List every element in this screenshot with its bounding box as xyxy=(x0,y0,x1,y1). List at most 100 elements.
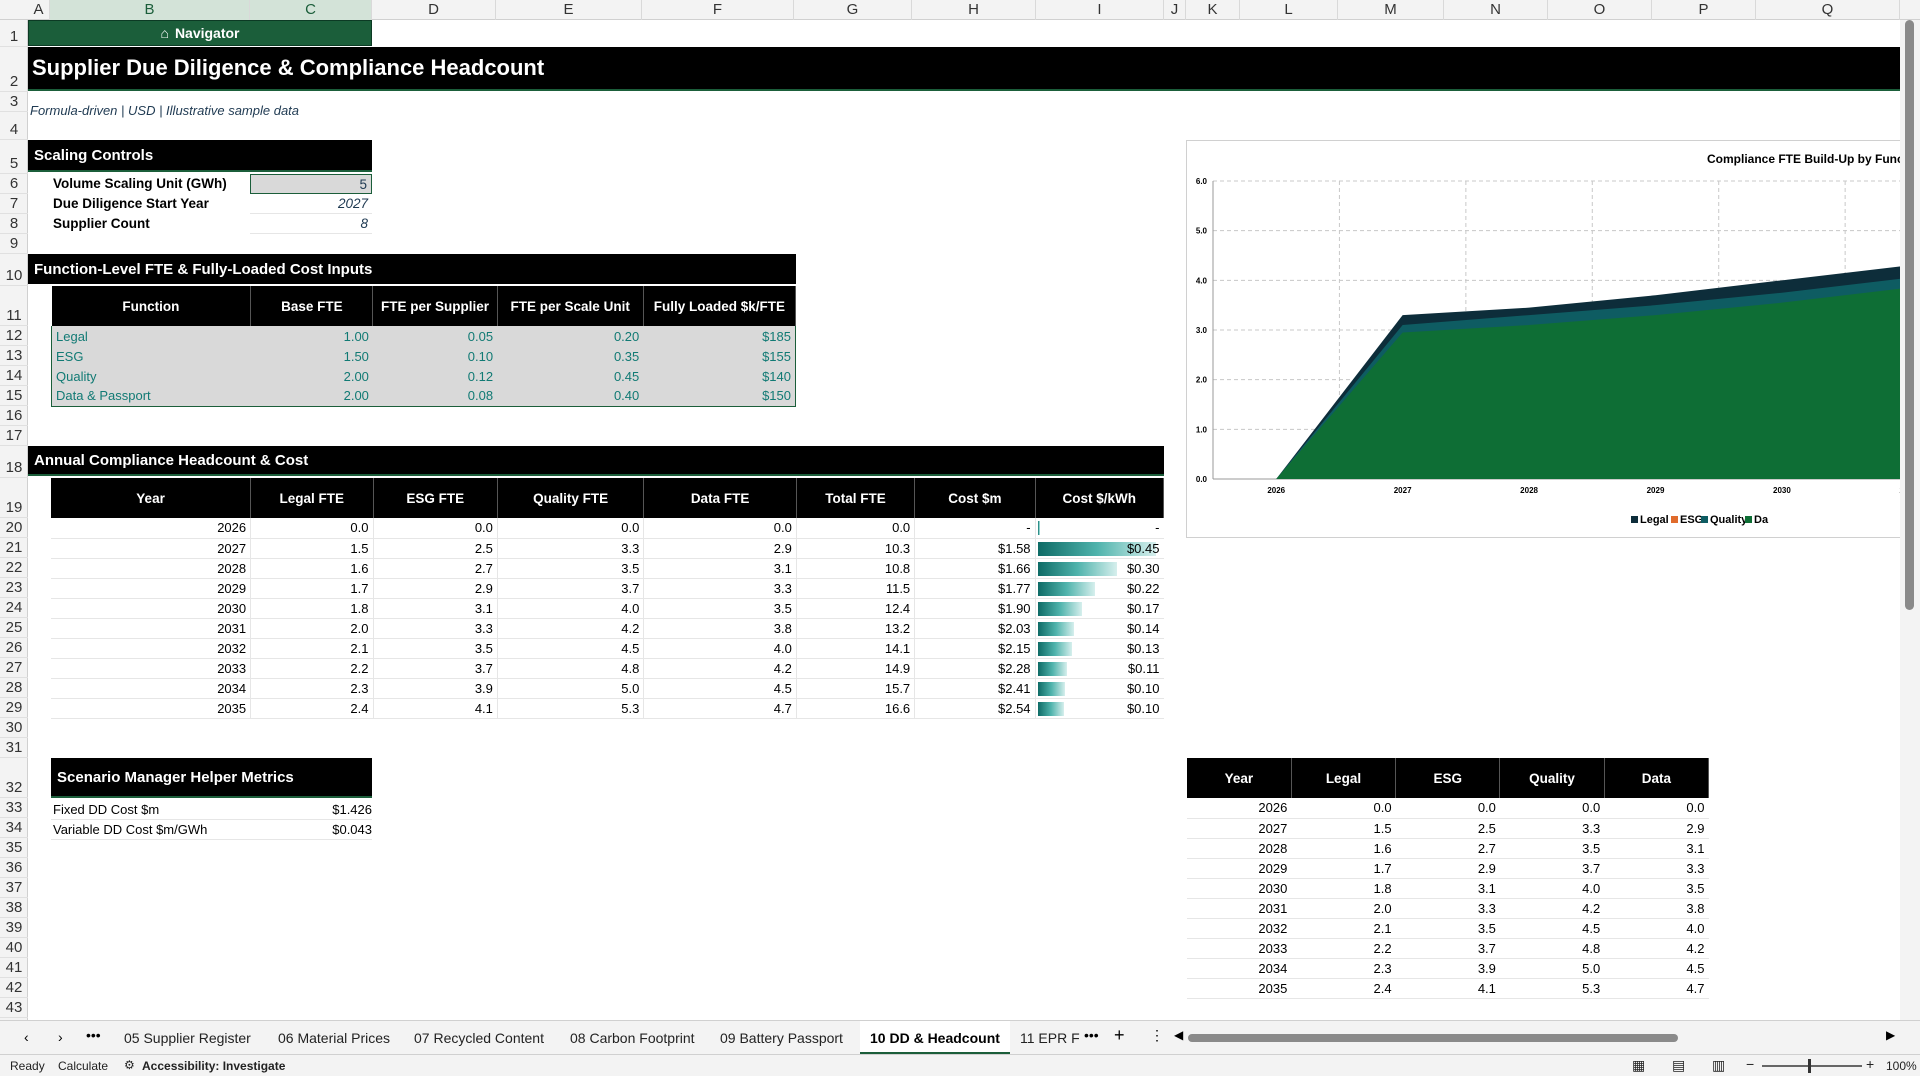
annual-esg-cell[interactable]: 2.9 xyxy=(373,578,498,599)
cost-per-kwh-cell[interactable]: $0.13 xyxy=(1035,638,1164,659)
row-header-24[interactable]: 24 xyxy=(0,598,28,618)
annual-legal-cell[interactable]: 2.2 xyxy=(250,658,374,679)
chart-table-cell[interactable]: 4.5 xyxy=(1604,958,1709,979)
annual-esg-cell[interactable]: 0.0 xyxy=(373,518,498,539)
row-header-4[interactable]: 4 xyxy=(0,112,28,140)
row-header-9[interactable]: 9 xyxy=(0,234,28,254)
column-header-b[interactable]: B xyxy=(50,0,250,20)
chart-table-cell[interactable]: 4.0 xyxy=(1499,878,1605,899)
annual-quality-cell[interactable]: 3.3 xyxy=(497,538,645,559)
annual-quality-cell[interactable]: 4.0 xyxy=(497,598,645,619)
fte-input-cell[interactable]: 1.00 xyxy=(250,326,373,346)
annual-legal-cell[interactable]: 2.3 xyxy=(250,678,374,699)
chart-table-cell[interactable]: 2.9 xyxy=(1395,858,1500,879)
column-header-i[interactable]: I xyxy=(1036,0,1164,20)
chart-table-cell[interactable]: 3.5 xyxy=(1604,878,1709,899)
fte-input-cell[interactable]: 0.08 xyxy=(372,386,498,407)
annual-total-cell[interactable]: 11.5 xyxy=(796,578,916,599)
chart-table-cell[interactable]: 2.9 xyxy=(1604,818,1709,839)
annual-cost_m-cell[interactable]: $1.58 xyxy=(914,538,1036,559)
column-header-l[interactable]: L xyxy=(1240,0,1338,20)
annual-column-header[interactable]: Total FTE xyxy=(796,478,916,518)
annual-total-cell[interactable]: 14.1 xyxy=(796,638,916,659)
fte-input-cell[interactable]: $155 xyxy=(643,346,797,366)
row-header-31[interactable]: 31 xyxy=(0,738,28,758)
column-header-e[interactable]: E xyxy=(496,0,642,20)
row-header-18[interactable]: 18 xyxy=(0,446,28,478)
fte-column-header[interactable]: FTE per Supplier xyxy=(372,286,498,326)
fte-input-cell[interactable]: Quality xyxy=(50,366,251,386)
annual-year-cell[interactable]: 2031 xyxy=(51,618,252,639)
fte-input-cell[interactable]: Data & Passport xyxy=(50,386,251,407)
annual-data-cell[interactable]: 3.5 xyxy=(643,598,797,619)
chart-table-cell[interactable]: 4.8 xyxy=(1499,938,1605,959)
column-header-d[interactable]: D xyxy=(372,0,496,20)
annual-year-cell[interactable]: 2026 xyxy=(51,518,252,539)
chart-table-cell[interactable]: 5.3 xyxy=(1499,978,1605,999)
column-header-a[interactable]: A xyxy=(28,0,50,20)
chart-table-cell[interactable]: 2.4 xyxy=(1291,978,1396,999)
scroll-right-icon[interactable]: ▶ xyxy=(1886,1028,1895,1042)
row-header-12[interactable]: 12 xyxy=(0,326,28,346)
sheet-tab[interactable]: 06 Material Prices xyxy=(268,1021,400,1055)
chart-table-cell[interactable]: 1.8 xyxy=(1291,878,1396,899)
fte-input-cell[interactable]: 0.05 xyxy=(372,326,498,346)
annual-column-header[interactable]: Data FTE xyxy=(643,478,797,518)
page-layout-icon[interactable]: ▤ xyxy=(1672,1057,1685,1074)
fte-input-cell[interactable]: 2.00 xyxy=(250,366,373,386)
chart-table-cell[interactable]: 3.5 xyxy=(1395,918,1500,939)
chart-table-cell[interactable]: 4.2 xyxy=(1604,938,1709,959)
annual-data-cell[interactable]: 4.0 xyxy=(643,638,797,659)
annual-cost_m-cell[interactable]: $2.15 xyxy=(914,638,1036,659)
chart-table-cell[interactable]: 2029 xyxy=(1187,858,1292,879)
fte-input-cell[interactable]: $185 xyxy=(643,326,797,346)
annual-column-header[interactable]: ESG FTE xyxy=(373,478,498,518)
chart-table-header[interactable]: Legal xyxy=(1291,758,1397,798)
chart-table-cell[interactable]: 4.2 xyxy=(1499,898,1605,919)
row-header-35[interactable]: 35 xyxy=(0,838,28,858)
chart-table-cell[interactable]: 2026 xyxy=(1187,798,1292,819)
chart-table-cell[interactable]: 2032 xyxy=(1187,918,1292,939)
row-header-3[interactable]: 3 xyxy=(0,92,28,112)
more-sheets-icon[interactable]: ••• xyxy=(86,1027,101,1043)
cost-per-kwh-cell[interactable]: $0.22 xyxy=(1035,578,1164,599)
sheet-tab[interactable]: 09 Battery Passport xyxy=(710,1021,853,1055)
column-header-p[interactable]: P xyxy=(1652,0,1756,20)
chart-table-cell[interactable]: 2033 xyxy=(1187,938,1292,959)
annual-legal-cell[interactable]: 1.5 xyxy=(250,538,374,559)
zoom-out-icon[interactable]: − xyxy=(1746,1056,1754,1072)
fte-input-cell[interactable]: 0.45 xyxy=(497,366,644,386)
chart-table-cell[interactable]: 3.3 xyxy=(1499,818,1605,839)
annual-total-cell[interactable]: 13.2 xyxy=(796,618,916,639)
row-header-1[interactable]: 1 xyxy=(0,20,28,47)
annual-legal-cell[interactable]: 1.7 xyxy=(250,578,374,599)
navigator-button[interactable]: ⌂ Navigator xyxy=(28,20,372,46)
row-header-30[interactable]: 30 xyxy=(0,718,28,738)
annual-data-cell[interactable]: 4.2 xyxy=(643,658,797,679)
annual-data-cell[interactable]: 3.1 xyxy=(643,558,797,579)
annual-column-header[interactable]: Quality FTE xyxy=(497,478,645,518)
annual-esg-cell[interactable]: 3.7 xyxy=(373,658,498,679)
annual-legal-cell[interactable]: 2.4 xyxy=(250,698,374,719)
chart-table-header[interactable]: Year xyxy=(1187,758,1292,798)
fte-column-header[interactable]: FTE per Scale Unit xyxy=(497,286,644,326)
chart-table-cell[interactable]: 0.0 xyxy=(1604,798,1709,819)
chart-table-cell[interactable]: 2.2 xyxy=(1291,938,1396,959)
cost-per-kwh-cell[interactable]: $0.17 xyxy=(1035,598,1164,619)
fte-input-cell[interactable]: 0.10 xyxy=(372,346,498,366)
row-header-6[interactable]: 6 xyxy=(0,174,28,194)
sheet-tab[interactable]: 11 EPR F xyxy=(1010,1021,1090,1055)
chart-table-cell[interactable]: 0.0 xyxy=(1395,798,1500,819)
annual-quality-cell[interactable]: 5.3 xyxy=(497,698,645,719)
chart-table-cell[interactable]: 3.5 xyxy=(1499,838,1605,859)
scaling-input[interactable]: 8 xyxy=(250,214,372,234)
annual-data-cell[interactable]: 4.7 xyxy=(643,698,797,719)
row-header-34[interactable]: 34 xyxy=(0,818,28,838)
annual-data-cell[interactable]: 3.8 xyxy=(643,618,797,639)
column-header-c[interactable]: C xyxy=(250,0,372,20)
row-header-33[interactable]: 33 xyxy=(0,798,28,818)
row-header-11[interactable]: 11 xyxy=(0,286,28,326)
column-header-j[interactable]: J xyxy=(1164,0,1186,20)
annual-data-cell[interactable]: 2.9 xyxy=(643,538,797,559)
row-header-36[interactable]: 36 xyxy=(0,858,28,878)
